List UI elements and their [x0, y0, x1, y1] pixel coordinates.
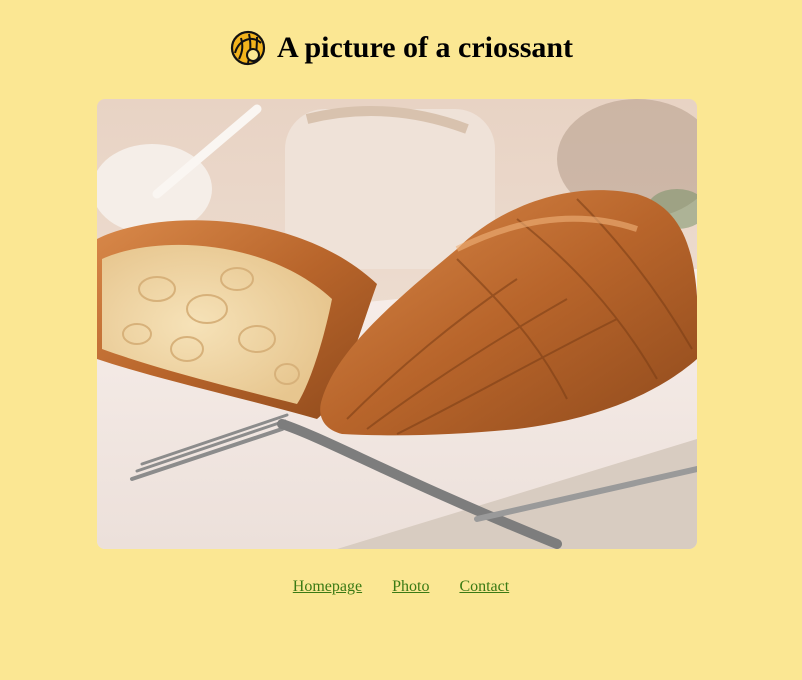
croissant-icon	[229, 29, 267, 67]
nav-link-homepage[interactable]: Homepage	[293, 578, 362, 596]
nav-link-photo[interactable]: Photo	[392, 578, 429, 596]
page-header: A picture of a criossant	[0, 28, 802, 68]
page-title: A picture of a criossant	[276, 31, 574, 64]
nav-link-contact[interactable]: Contact	[459, 578, 509, 596]
footer-nav: Homepage Photo Contact	[0, 578, 802, 596]
croissant-photo	[97, 99, 697, 549]
